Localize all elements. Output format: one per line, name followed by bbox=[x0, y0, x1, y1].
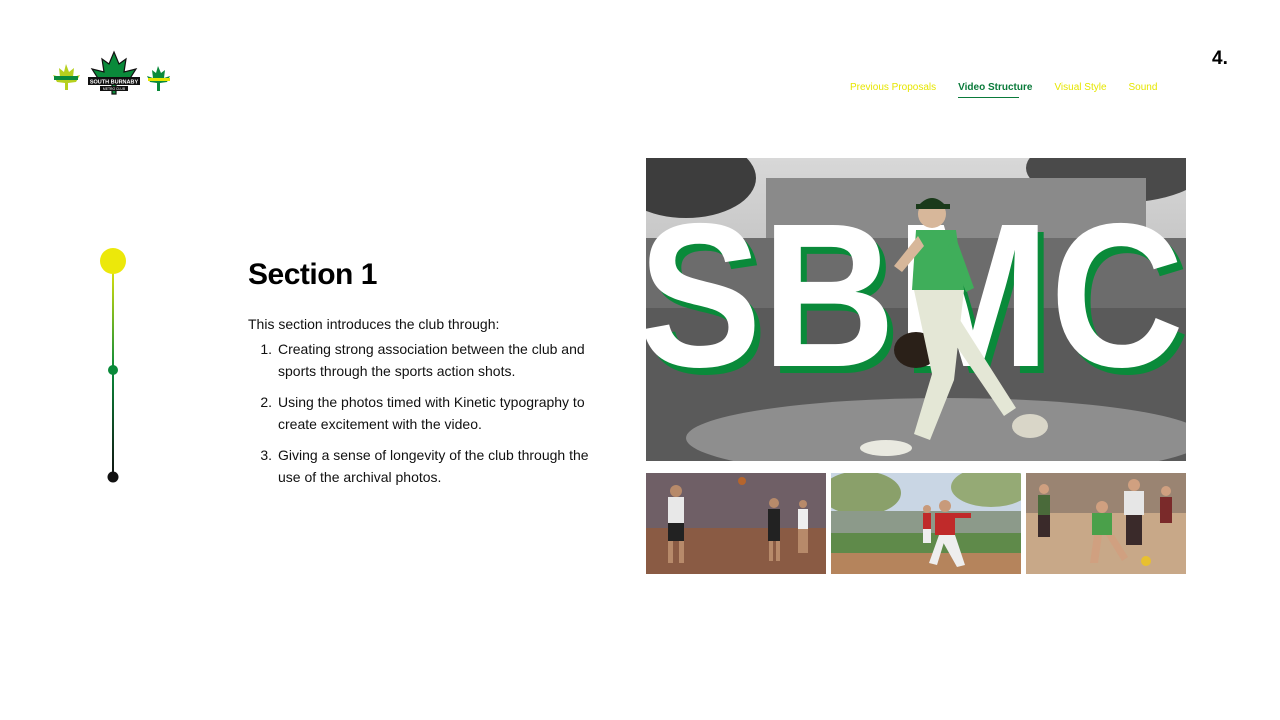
player-figure bbox=[923, 505, 931, 543]
section-intro: This section introduces the club through… bbox=[248, 316, 500, 332]
nav-sound[interactable]: Sound bbox=[1129, 82, 1158, 93]
hero-baseball-photo: SBMC SBMC bbox=[646, 158, 1186, 461]
hero-overlay-text: SBMC bbox=[646, 181, 1184, 410]
thumbnail-pitcher-photo bbox=[831, 473, 1021, 574]
nav-previous-proposals[interactable]: Previous Proposals bbox=[850, 82, 936, 93]
left-maple-leaf-logo bbox=[53, 64, 80, 90]
list-text: Giving a sense of longevity of the club … bbox=[278, 447, 589, 485]
thumbnail-basketball-photo bbox=[646, 473, 826, 574]
list-number: 1. bbox=[260, 341, 272, 357]
list-text: Using the photos timed with Kinetic typo… bbox=[278, 394, 585, 432]
nav-video-structure[interactable]: Video Structure bbox=[958, 82, 1032, 98]
section-timeline bbox=[100, 248, 128, 488]
basketball bbox=[738, 477, 746, 485]
page-number: 4. bbox=[1212, 48, 1228, 69]
list-number: 3. bbox=[260, 447, 272, 463]
list-text: Creating strong association between the … bbox=[278, 341, 585, 379]
thumbnail-soccer-archival-photo bbox=[1026, 473, 1186, 574]
nav-visual-style[interactable]: Visual Style bbox=[1054, 82, 1106, 93]
top-nav: Previous Proposals Video Structure Visua… bbox=[850, 82, 1158, 98]
list-number: 2. bbox=[260, 394, 272, 410]
soccer-ball bbox=[1141, 556, 1151, 566]
section-points: 1. Creating strong association between t… bbox=[248, 338, 608, 497]
player-figure bbox=[1160, 486, 1172, 523]
center-logo-subtext: METRO CLUB bbox=[103, 87, 126, 91]
timeline-dot-end bbox=[107, 471, 119, 483]
section-title: Section 1 bbox=[248, 258, 377, 291]
list-item: 3. Giving a sense of longevity of the cl… bbox=[248, 444, 608, 488]
timeline-dot-current bbox=[100, 248, 126, 274]
center-maple-leaf-logo: SOUTH BURNABY METRO CLUB bbox=[88, 50, 140, 95]
right-maple-leaf-logo bbox=[147, 66, 170, 91]
club-logos: SOUTH BURNABY METRO CLUB bbox=[52, 50, 172, 98]
timeline-dot-middle bbox=[108, 365, 118, 375]
list-item: 2. Using the photos timed with Kinetic t… bbox=[248, 391, 608, 435]
center-logo-text: SOUTH BURNABY bbox=[90, 80, 139, 86]
list-item: 1. Creating strong association between t… bbox=[248, 338, 608, 382]
